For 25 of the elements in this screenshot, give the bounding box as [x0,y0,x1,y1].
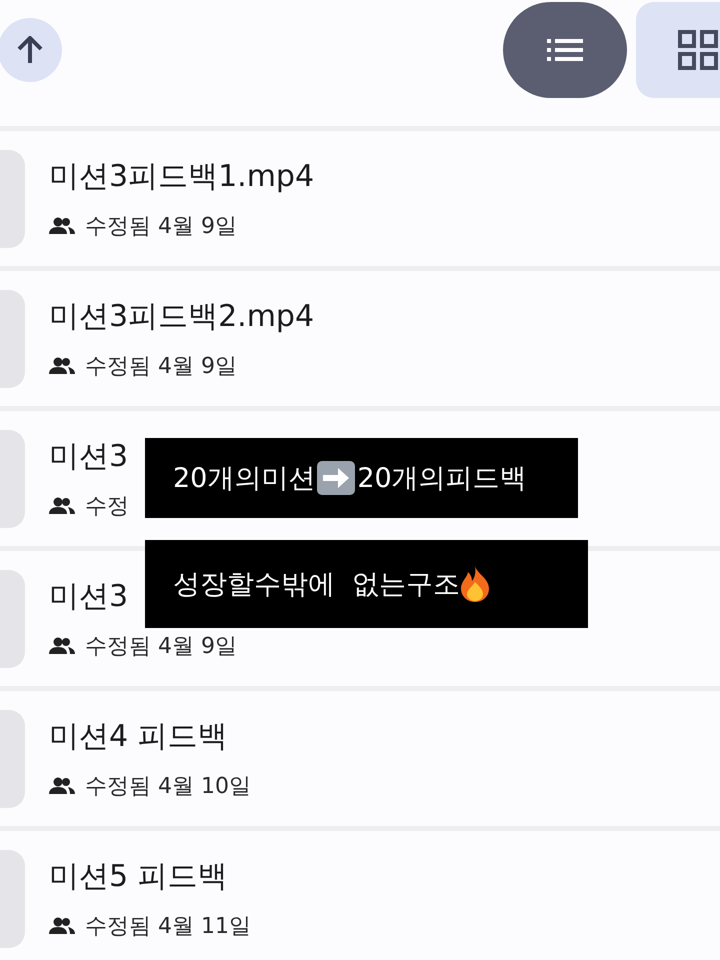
people-icon [49,917,75,935]
people-icon [49,357,75,375]
modified-date: 수정됨 4월 9일 [85,633,237,661]
caption-text: 20개의미션 [173,462,316,496]
caption-text: 성장할수밖에 없는구조 [173,568,460,602]
file-name[interactable]: 미션3 [49,576,128,617]
modified-date: 수정됨 4월 10일 [85,773,251,801]
modified-date: 수정 [85,493,129,521]
fire-icon [460,566,490,602]
people-icon [49,217,75,235]
file-name[interactable]: 미션3 [49,436,128,477]
grid-icon [678,30,718,70]
file-name[interactable]: 미션4 피드백 [49,716,228,757]
modified-date: 수정됨 4월 11일 [85,913,251,941]
file-name[interactable]: 미션3피드백2.mp4 [49,296,314,337]
people-icon [49,497,75,515]
people-icon [49,777,75,795]
up-arrow-icon [17,36,43,64]
modified-date: 수정됨 4월 9일 [85,213,237,241]
caption-text: 20개의피드백 [357,462,527,496]
modified-date: 수정됨 4월 9일 [85,353,237,381]
list-icon [547,39,583,61]
file-name[interactable]: 미션3피드백1.mp4 [49,156,314,197]
people-icon [49,637,75,655]
file-name[interactable]: 미션5 피드백 [49,856,228,897]
